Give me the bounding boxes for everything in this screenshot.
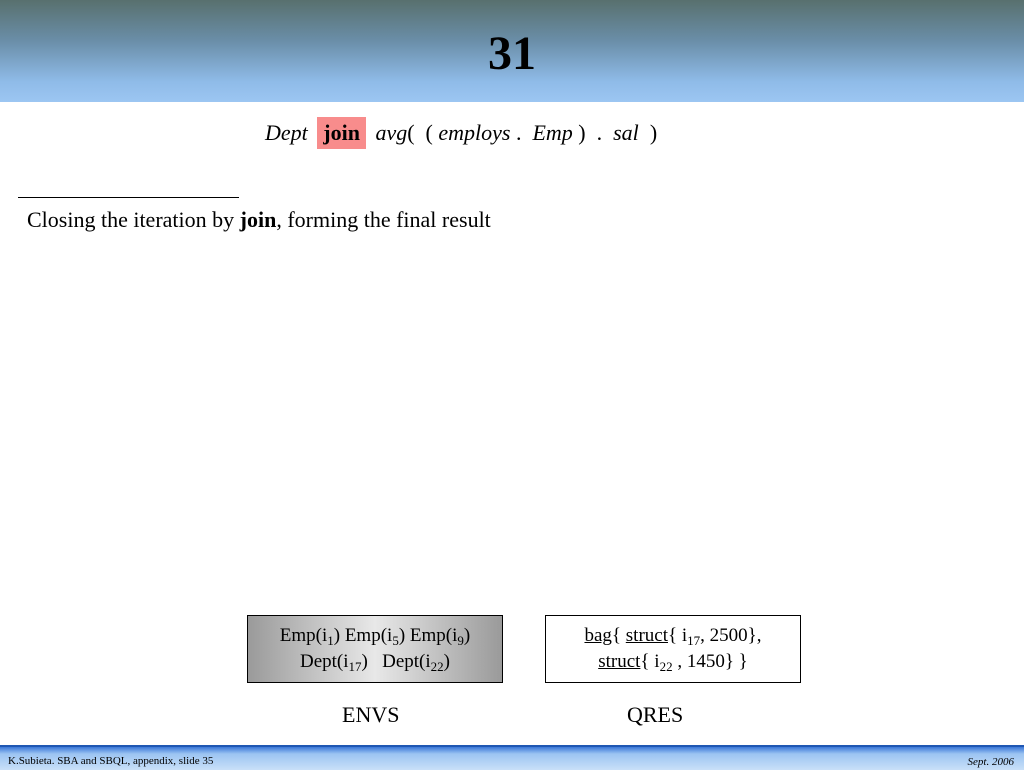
footer-credit: K.Subieta. SBA and SBQL, appendix, slide… <box>8 755 214 767</box>
envs-item-close: ) <box>443 651 450 672</box>
caption-keyword: join <box>239 207 277 232</box>
envs-line-2: Dept(i17) Dept(i22) <box>248 649 502 675</box>
qres-struct-keyword: struct <box>625 625 668 646</box>
expr-inner-close: ) <box>578 120 586 145</box>
caption-divider <box>18 197 239 198</box>
envs-item: Emp(i <box>405 625 458 646</box>
qres-item-prefix: i <box>677 625 688 646</box>
qres-brace: { <box>640 651 650 672</box>
qres-bag-keyword: bag <box>584 625 612 646</box>
qres-struct-keyword: struct <box>598 651 641 672</box>
envs-item-close: ) <box>463 625 471 646</box>
expr-dot1: . <box>515 120 522 145</box>
qres-label: QRES <box>627 702 684 727</box>
caption-suffix: , forming the final result <box>276 207 491 232</box>
envs-item: Emp(i <box>279 625 328 646</box>
qres-item-value: , 1450} } <box>672 651 748 672</box>
qres-item-sub: 17 <box>687 633 701 648</box>
qres-item-value: , 2500}, <box>700 625 762 646</box>
slide-number: 31 <box>488 27 536 80</box>
qres-brace: { <box>611 625 622 646</box>
envs-label: ENVS <box>342 702 400 727</box>
expr-dot2: . <box>596 120 603 145</box>
expr-open-paren: ( <box>407 120 415 145</box>
qres-line-2: struct{ i22 , 1450} } <box>546 649 800 675</box>
envs-line-1: Emp(i1) Emp(i5) Emp(i9) <box>248 623 502 649</box>
footer-bar: K.Subieta. SBA and SBQL, appendix, slide… <box>0 745 1024 770</box>
envs-item-sub: 17 <box>348 659 362 674</box>
qres-brace: { <box>668 625 678 646</box>
expr-close-paren: ) <box>649 120 658 145</box>
envs-item: Dept(i <box>367 651 431 672</box>
expr-dept: Dept <box>265 120 308 145</box>
envs-box: Emp(i1) Emp(i5) Emp(i9) Dept(i17) Dept(i… <box>247 615 503 683</box>
expr-avg: avg <box>375 120 408 145</box>
envs-item: Dept(i <box>300 651 349 672</box>
expr-emp: Emp <box>532 120 573 145</box>
join-operator-highlight: join <box>317 117 366 149</box>
envs-item-sub: 22 <box>430 659 444 674</box>
qres-item-prefix: i <box>649 651 660 672</box>
qres-item-sub: 22 <box>659 659 673 674</box>
qres-box: bag{ struct{ i17, 2500}, struct{ i22 , 1… <box>545 615 801 683</box>
qres-line-1: bag{ struct{ i17, 2500}, <box>546 623 800 649</box>
envs-item: Emp(i <box>340 625 393 646</box>
expr-sal: sal <box>613 120 639 145</box>
caption: Closing the iteration by join, forming t… <box>27 205 491 235</box>
expr-employs: employs <box>438 120 511 145</box>
footer-date: Sept. 2006 <box>967 756 1014 768</box>
caption-prefix: Closing the iteration by <box>27 207 240 232</box>
expr-inner-open: ( <box>425 120 433 145</box>
query-expression: Dept join avg( ( employs . Emp ) . sal ) <box>265 117 657 149</box>
